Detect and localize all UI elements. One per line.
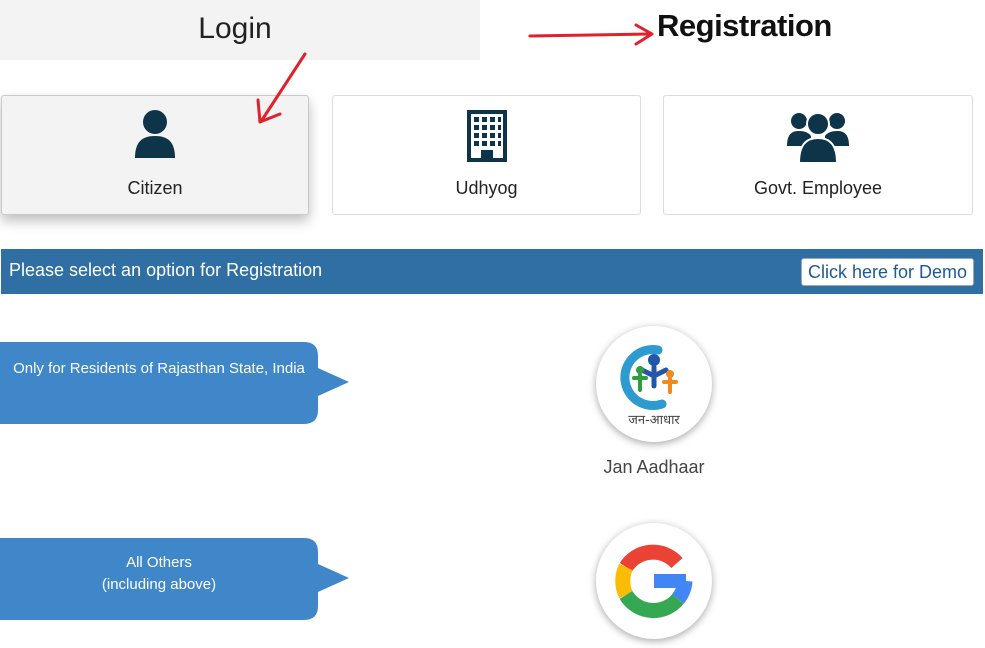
svg-text:जन-आधार: जन-आधार (628, 413, 680, 428)
google-signin-button[interactable] (596, 523, 712, 639)
jan-aadhaar-label: Jan Aadhaar (603, 457, 705, 477)
rajasthan-residents-note: Only for Residents of Rajasthan State, I… (0, 342, 350, 424)
registration-header-title: Please select an option for Registration (9, 260, 323, 280)
udhyog-card[interactable]: Udhyog (332, 95, 641, 215)
registration-header-bar: Please select an option for Registration… (1, 249, 983, 294)
google-logo (615, 544, 693, 618)
jan-aadhaar-logo: जन-आधार (620, 345, 680, 428)
tab-registration[interactable]: Registration (657, 8, 832, 44)
govt-employee-label: Govt. Employee (753, 178, 883, 198)
citizen-card[interactable]: Citizen (1, 95, 309, 215)
all-others-subtext: (including above) (101, 576, 217, 593)
all-others-note: All Others (including above) (0, 538, 350, 620)
govt-employee-card[interactable]: Govt. Employee (663, 95, 973, 215)
users-icon (787, 112, 849, 164)
building-icon (466, 110, 507, 162)
demo-button[interactable]: Click here for Demo (800, 258, 974, 286)
tab-login-label: Login (198, 12, 272, 45)
udhyog-label: Udhyog (455, 178, 518, 198)
user-icon (135, 110, 175, 158)
rajasthan-residents-text: Only for Residents of Rajasthan State, I… (13, 360, 305, 377)
citizen-label: Citizen (127, 178, 183, 198)
tab-login[interactable]: Login (0, 0, 480, 60)
jan-aadhaar-button[interactable]: जन-आधार (596, 326, 712, 442)
all-others-text: All Others (126, 554, 192, 571)
